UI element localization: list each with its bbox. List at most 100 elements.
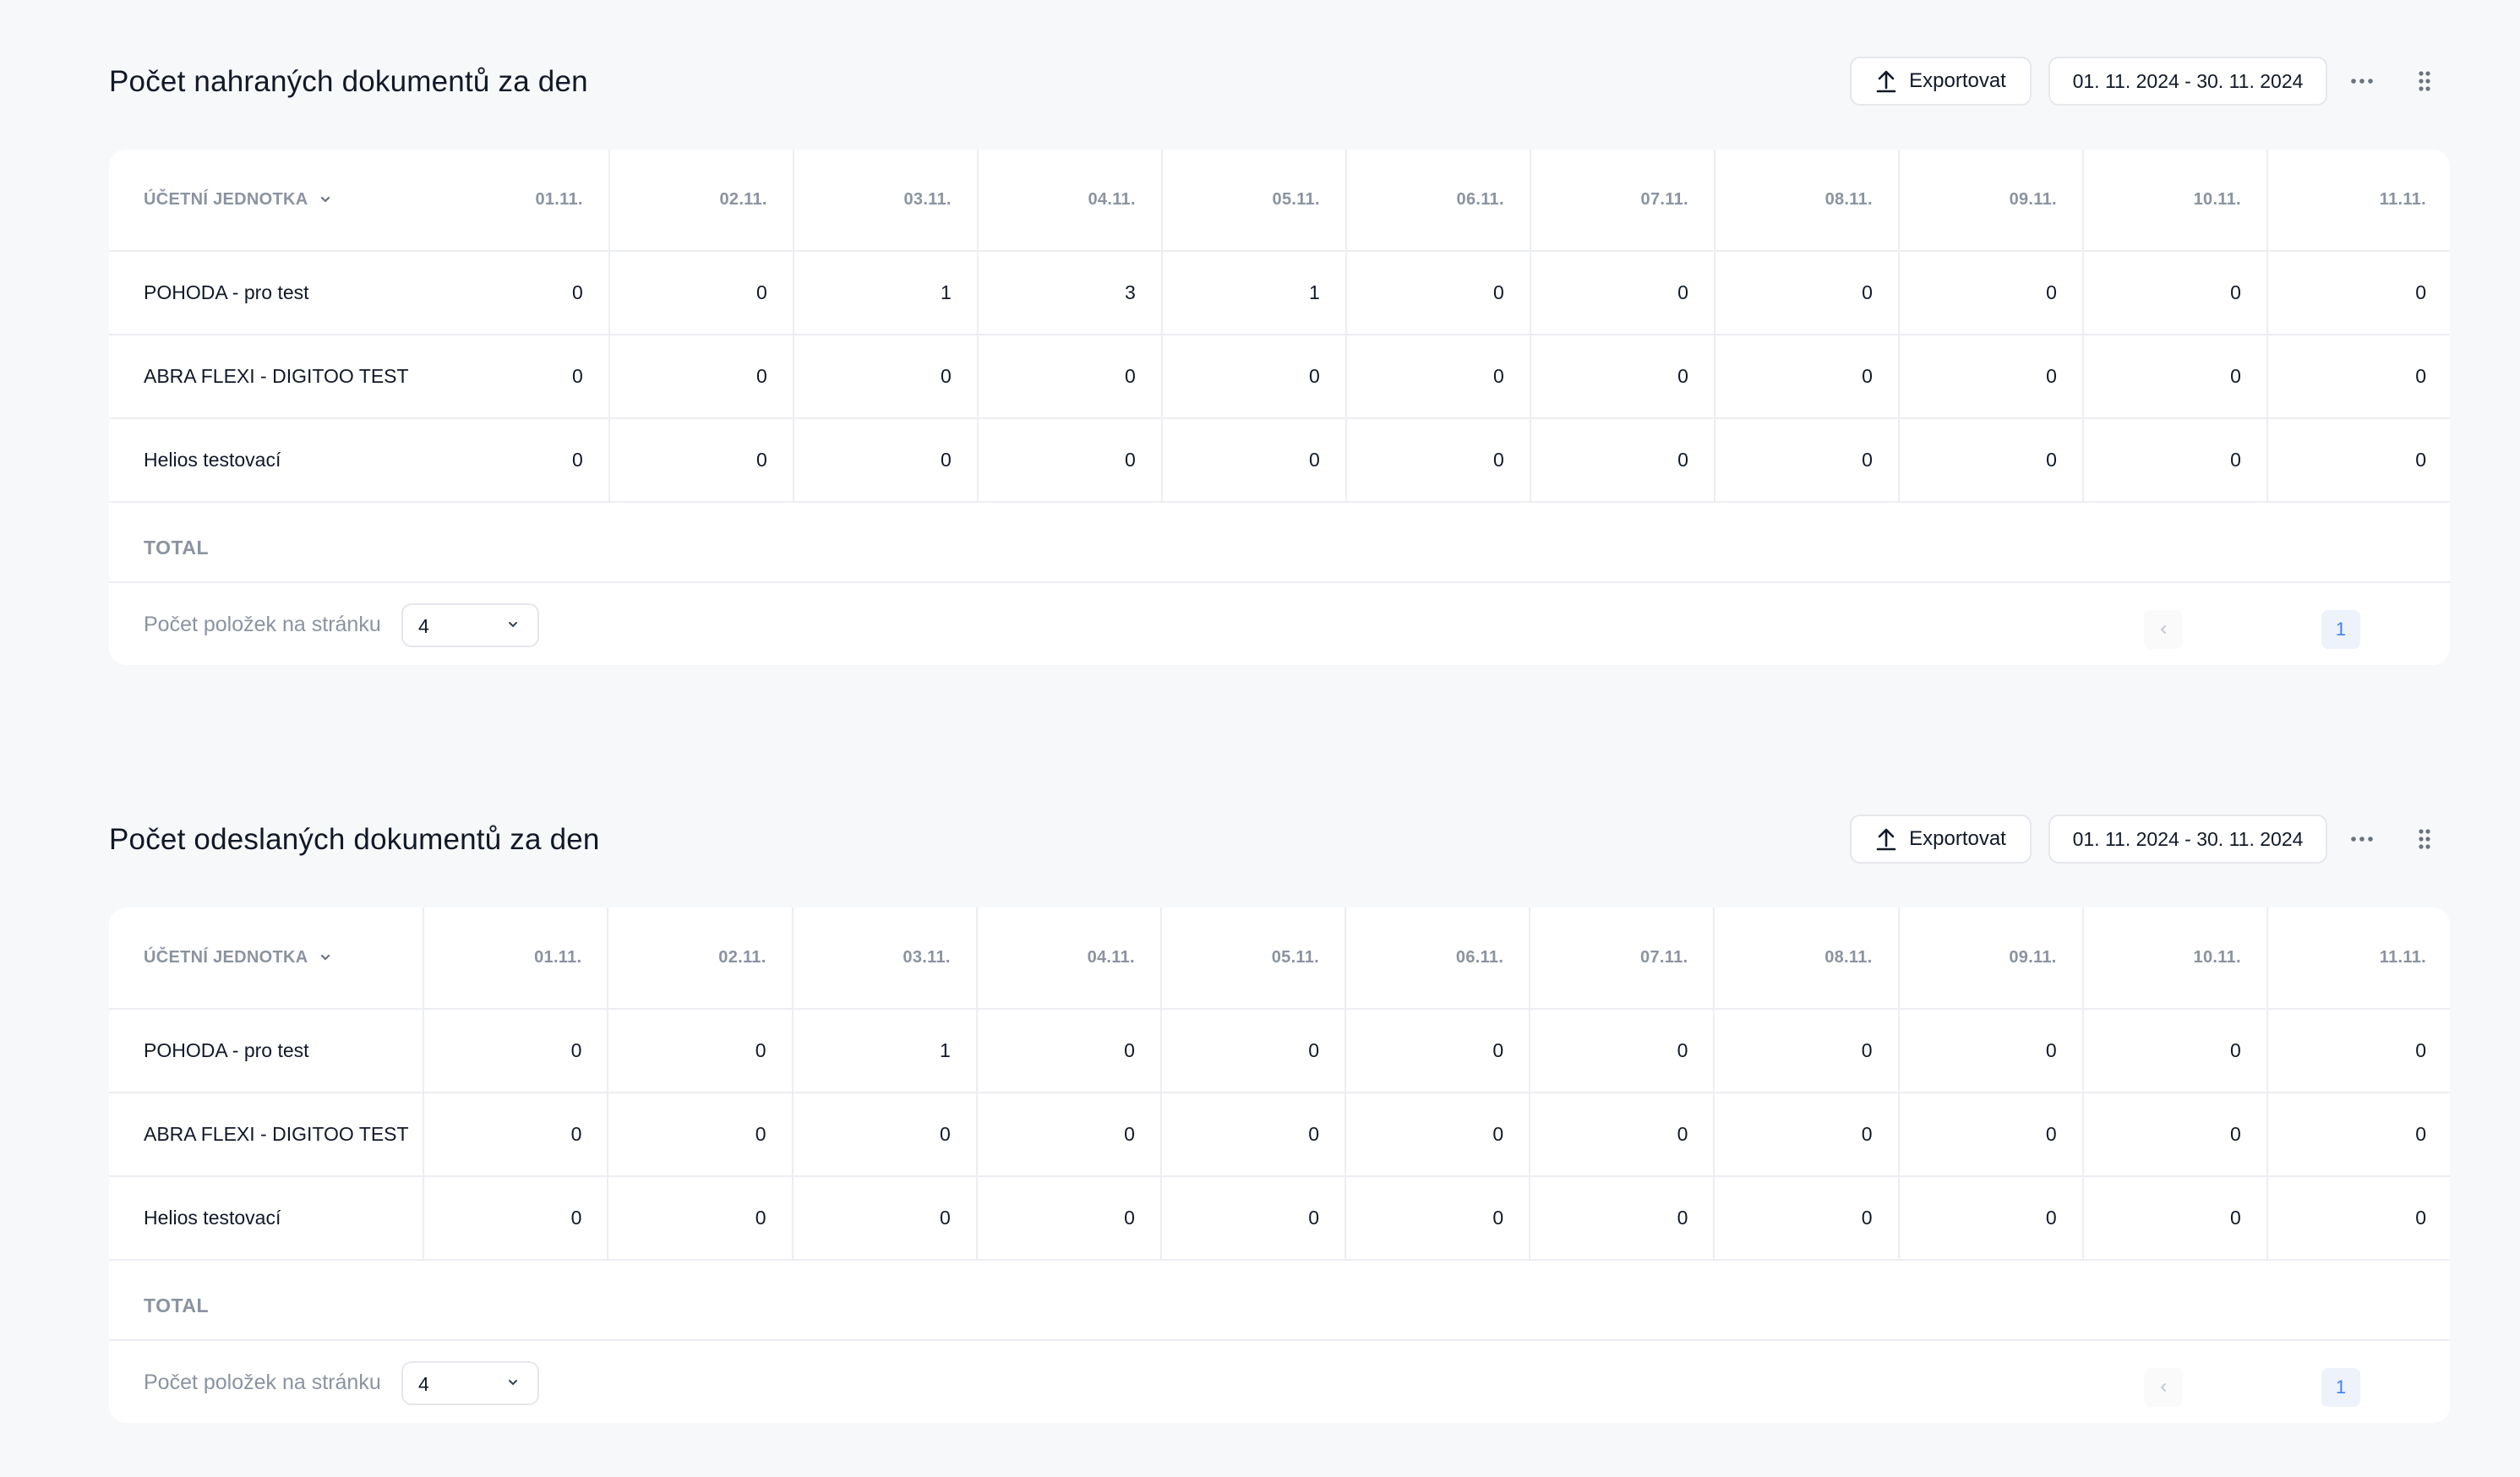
page-number-button[interactable]: 1 bbox=[2321, 1368, 2360, 1407]
day-column-header: 07.11. bbox=[1529, 150, 1715, 252]
per-page-select[interactable]: 4 bbox=[401, 603, 539, 647]
per-page-label: Počet položek na stránku bbox=[144, 613, 381, 636]
count-cell: 0 bbox=[423, 1176, 608, 1261]
count-cell: 0 bbox=[2081, 1009, 2267, 1093]
date-range-label: 01. 11. 2024 - 30. 11. 2024 bbox=[2072, 69, 2304, 92]
unit-column-header[interactable]: ÚČETNÍ JEDNOTKA bbox=[109, 907, 424, 1010]
count-cell: 0 bbox=[1897, 1176, 2083, 1261]
export-label: Exportovat bbox=[1909, 827, 2006, 850]
count-cell: 0 bbox=[1713, 335, 1899, 419]
table-row: ABRA FLEXI - DIGITOO TEST 0 0 0 0 0 0 0 0 0 0 0 bbox=[109, 335, 2450, 419]
count-cell: 0 bbox=[2266, 1009, 2450, 1093]
section-title: Počet nahraných dokumentů za den bbox=[109, 65, 588, 98]
day-column-header: 08.11. bbox=[1713, 907, 1899, 1010]
day-column-header: 10.11. bbox=[2081, 150, 2267, 252]
unit-name-cell: Helios testovací bbox=[109, 1176, 424, 1261]
count-cell: 0 bbox=[2266, 418, 2450, 503]
count-cell: 0 bbox=[1345, 418, 1530, 503]
count-cell: 1 bbox=[1160, 251, 1346, 335]
more-horizontal-icon bbox=[2351, 837, 2373, 842]
day-column-header: 11.11. bbox=[2266, 150, 2450, 252]
day-column-header: 08.11. bbox=[1713, 150, 1899, 252]
count-cell: 0 bbox=[1345, 251, 1530, 335]
count-cell: 0 bbox=[1713, 1009, 1899, 1093]
count-cell: 0 bbox=[2266, 251, 2450, 335]
date-range-picker[interactable]: 01. 11. 2024 - 30. 11. 2024 bbox=[2048, 815, 2327, 864]
page-number-button[interactable]: 1 bbox=[2321, 610, 2360, 649]
count-cell: 0 bbox=[1160, 335, 1346, 419]
count-cell: 0 bbox=[1529, 1176, 1715, 1261]
count-cell: 0 bbox=[791, 1093, 977, 1177]
unit-header-label: ÚČETNÍ JEDNOTKA bbox=[144, 190, 308, 209]
day-column-header: 11.11. bbox=[2266, 907, 2450, 1010]
count-cell: 0 bbox=[1713, 418, 1899, 503]
day-column-header: 02.11. bbox=[607, 907, 793, 1010]
day-column-header: 04.11. bbox=[976, 150, 1162, 252]
day-column-header: 05.11. bbox=[1160, 150, 1346, 252]
count-cell: 0 bbox=[1159, 1009, 1346, 1093]
data-table: ÚČETNÍ JEDNOTKA 01.11. 02.11. 03.11. 04.11. 0… bbox=[109, 150, 2450, 503]
count-cell: 0 bbox=[607, 1009, 793, 1093]
section-header: Počet odeslaných dokumentů za den Export… bbox=[109, 815, 2450, 865]
export-button[interactable]: Exportovat bbox=[1850, 57, 2032, 106]
count-cell: 0 bbox=[1897, 251, 2083, 335]
prev-page-button[interactable] bbox=[2144, 610, 2183, 649]
day-column-header: 09.11. bbox=[1897, 150, 2083, 252]
count-cell: 0 bbox=[424, 251, 609, 335]
count-cell: 0 bbox=[1897, 418, 2083, 503]
count-cell: 0 bbox=[1713, 251, 1899, 335]
count-cell: 0 bbox=[608, 335, 794, 419]
unit-column-header[interactable]: ÚČETNÍ JEDNOTKA bbox=[109, 150, 425, 252]
count-cell: 0 bbox=[608, 418, 794, 503]
table-row: POHODA - pro test 0 0 1 0 0 0 0 0 0 0 0 bbox=[109, 1009, 2450, 1093]
export-button[interactable]: Exportovat bbox=[1850, 815, 2032, 864]
count-cell: 0 bbox=[2081, 418, 2267, 503]
per-page-value: 4 bbox=[418, 615, 429, 637]
count-cell: 0 bbox=[607, 1176, 793, 1261]
count-cell: 0 bbox=[608, 251, 794, 335]
count-cell: 0 bbox=[1345, 1176, 1530, 1261]
table-header-row: ÚČETNÍ JEDNOTKA 01.11. 02.11. 03.11. 04.11. 0… bbox=[109, 150, 2450, 252]
chevron-down-icon bbox=[509, 1380, 517, 1386]
per-page-select[interactable]: 4 bbox=[401, 1361, 539, 1405]
unit-name-cell: ABRA FLEXI - DIGITOO TEST bbox=[109, 335, 425, 419]
table-row: ABRA FLEXI - DIGITOO TEST 0 0 0 0 0 0 0 0 0 0 0 bbox=[109, 1093, 2450, 1177]
count-cell: 0 bbox=[423, 1093, 608, 1177]
count-cell: 0 bbox=[423, 1009, 608, 1093]
day-column-header: 04.11. bbox=[975, 907, 1161, 1010]
more-options-button[interactable] bbox=[2341, 60, 2383, 102]
count-cell: 0 bbox=[976, 335, 1162, 419]
day-column-header: 02.11. bbox=[608, 150, 794, 252]
count-cell: 0 bbox=[1345, 1093, 1530, 1177]
count-cell: 0 bbox=[1529, 418, 1715, 503]
table-row: POHODA - pro test 0 0 1 3 1 0 0 0 0 0 0 bbox=[109, 251, 2450, 335]
upload-icon bbox=[1876, 828, 1896, 851]
unit-name-cell: ABRA FLEXI - DIGITOO TEST bbox=[109, 1093, 424, 1177]
chevron-down-icon bbox=[509, 622, 517, 628]
table-scroll-area[interactable]: ÚČETNÍ JEDNOTKA 01.11. 02.11. 03.11. 04.11. 0… bbox=[109, 150, 2450, 513]
table-body: POHODA - pro test 0 0 1 0 0 0 0 0 0 0 0 ABRA FLEXI -… bbox=[109, 1009, 2450, 1261]
date-range-picker[interactable]: 01. 11. 2024 - 30. 11. 2024 bbox=[2048, 57, 2327, 106]
drag-handle-icon bbox=[2419, 71, 2430, 91]
count-cell: 0 bbox=[1897, 335, 2083, 419]
drag-handle-icon bbox=[2419, 829, 2430, 849]
data-table: ÚČETNÍ JEDNOTKA 01.11. 02.11. 03.11. 04.11. 0… bbox=[109, 907, 2450, 1261]
day-column-header: 07.11. bbox=[1529, 907, 1715, 1010]
drag-handle[interactable] bbox=[2403, 60, 2446, 102]
count-cell: 0 bbox=[1529, 251, 1715, 335]
day-column-header: 10.11. bbox=[2081, 907, 2267, 1010]
count-cell: 0 bbox=[1345, 335, 1530, 419]
table-body: POHODA - pro test 0 0 1 3 1 0 0 0 0 0 0 ABRA FLEXI -… bbox=[109, 251, 2450, 503]
count-cell: 0 bbox=[976, 418, 1162, 503]
count-cell: 1 bbox=[791, 1009, 977, 1093]
drag-handle[interactable] bbox=[2403, 818, 2446, 860]
upload-icon bbox=[1876, 70, 1896, 93]
prev-page-button[interactable] bbox=[2144, 1368, 2183, 1407]
count-cell: 0 bbox=[1713, 1176, 1899, 1261]
count-cell: 0 bbox=[791, 1176, 977, 1261]
section-title: Počet odeslaných dokumentů za den bbox=[109, 823, 600, 856]
count-cell: 0 bbox=[607, 1093, 793, 1177]
table-scroll-area[interactable]: ÚČETNÍ JEDNOTKA 01.11. 02.11. 03.11. 04.11. 0… bbox=[109, 907, 2450, 1271]
count-cell: 1 bbox=[792, 251, 978, 335]
more-options-button[interactable] bbox=[2341, 818, 2383, 860]
